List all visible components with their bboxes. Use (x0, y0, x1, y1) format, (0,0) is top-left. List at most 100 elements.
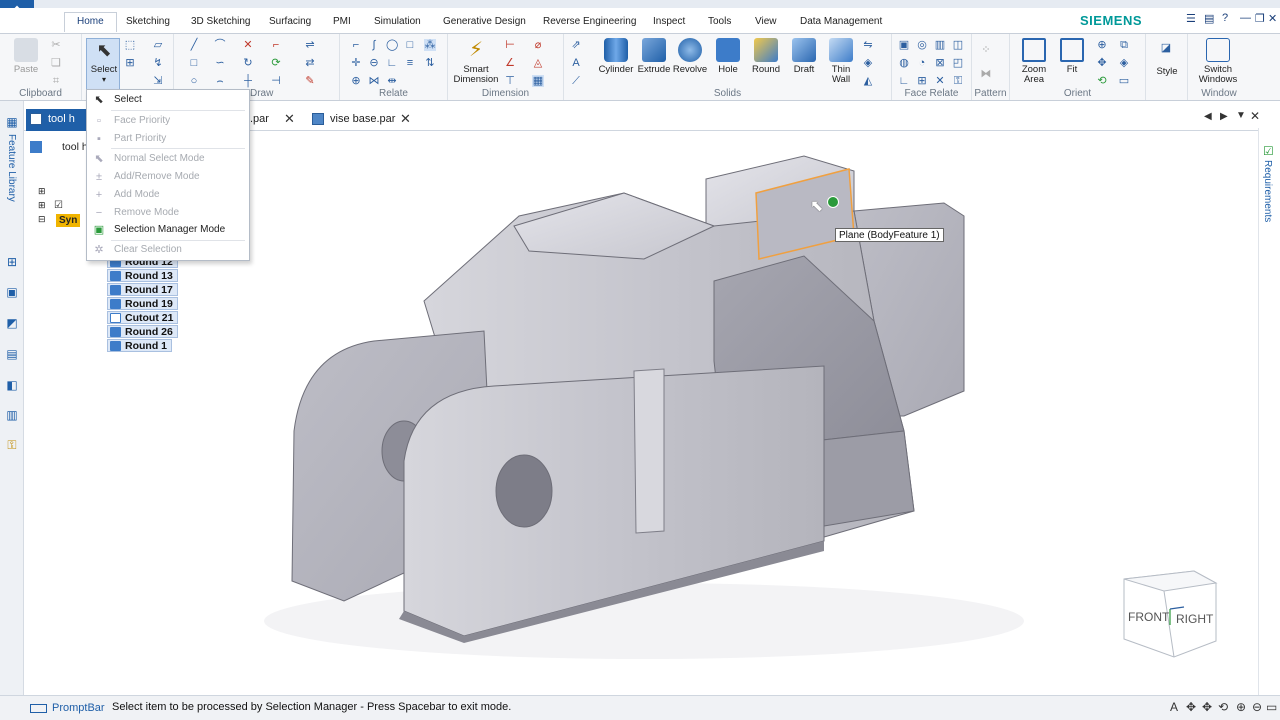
tab-reverse-engineering[interactable]: Reverse Engineering (543, 16, 636, 27)
feature-library-tab[interactable]: Feature Library (6, 134, 17, 202)
curve-icon[interactable]: ∽ (214, 57, 226, 69)
tab-generative-design[interactable]: Generative Design (443, 16, 526, 27)
split-icon[interactable]: ┼ (242, 75, 254, 87)
offset-face-icon[interactable]: ∟ (898, 75, 910, 87)
horizontal-face-icon[interactable]: ⊞ (916, 75, 928, 87)
menu-item-remove-mode[interactable]: − Remove Mode (87, 204, 249, 222)
minimize-icon[interactable]: — (1240, 12, 1251, 24)
boolean-icon[interactable]: ◈ (862, 57, 874, 69)
arc-icon[interactable]: ⌒ (214, 39, 226, 51)
close-icon[interactable]: ✕ (1268, 12, 1277, 25)
feature-options-icon[interactable]: ◭ (862, 75, 874, 87)
view-cube-front-label[interactable]: FRONT (1128, 610, 1170, 624)
angular-coordinate-icon[interactable]: ◬ (532, 57, 544, 69)
zoom-out-icon[interactable]: ⊖ (1252, 700, 1262, 714)
view-cube-right-label[interactable]: RIGHT (1176, 612, 1214, 626)
mirror-icon[interactable]: ⊣ (270, 75, 282, 87)
select-chain-icon[interactable]: ↯ (152, 57, 164, 69)
thin-wall-button[interactable]: Thin Wall (819, 38, 863, 85)
perpendicular-icon[interactable]: ∟ (386, 57, 398, 69)
maintain-relationships-icon[interactable]: ⇅ (424, 57, 436, 69)
pattern-icon[interactable]: ⁘ (980, 44, 992, 56)
add-body-icon[interactable]: ⇋ (862, 39, 874, 51)
menu-item-select[interactable]: ⬉ Select (87, 91, 249, 109)
checkbox-checked-icon[interactable]: ☑ (54, 200, 63, 211)
requirements-icon[interactable]: ☑ (1263, 144, 1277, 158)
offset-icon[interactable]: ↻ (242, 57, 254, 69)
connect-icon[interactable]: ⌐ (350, 39, 362, 51)
tree-root-label[interactable]: tool h (62, 141, 88, 153)
close-document-icon[interactable]: ✕ (1250, 109, 1260, 123)
feature-library-icon[interactable]: ▦ (4, 115, 20, 130)
fixed-face-icon[interactable]: ⚿ (952, 75, 964, 87)
scroll-tabs-right-icon[interactable]: ▶ (1220, 111, 1228, 122)
symmetric-face-icon[interactable]: ⊠ (934, 57, 946, 69)
synchronous-node[interactable]: Syn (56, 214, 81, 227)
horizontal-vertical-icon[interactable]: ✛ (350, 57, 362, 69)
fit-button[interactable]: Fit (1050, 38, 1094, 75)
tree-item-round-17[interactable]: Round 17 (107, 283, 178, 296)
coordinate-dimension-icon[interactable]: ⊤ (504, 75, 516, 87)
select-tools-icon[interactable]: ⬚ (124, 39, 136, 51)
color-manager-icon[interactable]: ◧ (4, 378, 20, 393)
line-icon[interactable]: ╱ (188, 39, 200, 51)
dimension-style-icon[interactable]: ▦ (532, 75, 544, 87)
zoom-icon[interactable]: ⊕ (1096, 39, 1108, 51)
key-icon[interactable]: ⚿ (4, 438, 20, 453)
select-face-icon[interactable]: ▱ (152, 39, 164, 51)
menu-item-normal-select-mode[interactable]: ⬉ Normal Select Mode (87, 150, 249, 168)
text-profile-icon[interactable]: A (570, 57, 582, 69)
distance-between-icon[interactable]: ⊢ (504, 39, 516, 51)
view-orientation-icon[interactable]: ⧉ (1118, 39, 1130, 51)
close-tab-icon[interactable]: ✕ (284, 109, 295, 129)
tangent-icon[interactable]: ∫ (368, 39, 380, 51)
layout-icon[interactable]: ▤ (1204, 12, 1214, 25)
ribbon-options-icon[interactable]: ☰ (1186, 12, 1196, 25)
collinear-icon[interactable]: ⇹ (386, 75, 398, 87)
appearance-icon[interactable]: ◩ (4, 316, 20, 331)
construction-icon[interactable]: ✎ (304, 75, 316, 87)
concentric-face-icon[interactable]: ◍ (898, 57, 910, 69)
smart-dimension-button[interactable]: ⚡ Smart Dimension (452, 38, 500, 85)
text-size-icon[interactable]: A (1170, 700, 1178, 714)
pan-icon[interactable]: ✥ (1096, 57, 1108, 69)
tangent-face-icon[interactable]: ◔ (916, 57, 928, 69)
coplanar-icon[interactable]: ▣ (898, 39, 910, 51)
expand-icon[interactable]: ✥ (1186, 700, 1196, 714)
tab-view[interactable]: View (755, 16, 777, 27)
collapse-icon[interactable]: ⊟ (38, 214, 46, 225)
doc-tab-vise-base[interactable]: vise base.par ✕ (308, 109, 420, 131)
project-icon[interactable]: ⇌ (304, 39, 316, 51)
tab-simulation[interactable]: Simulation (374, 16, 421, 27)
menu-item-selection-manager-mode[interactable]: ▣ Selection Manager Mode (87, 221, 249, 239)
rotate-icon[interactable]: ⟲ (1218, 700, 1228, 714)
tab-3d-sketching[interactable]: 3D Sketching (191, 16, 250, 27)
move-icon[interactable]: ⟳ (270, 57, 282, 69)
promptbar-icon[interactable] (30, 704, 47, 713)
mirror-pattern-icon[interactable]: ⧓ (980, 68, 992, 80)
tab-surfacing[interactable]: Surfacing (269, 16, 311, 27)
pathfinder-icon[interactable]: ⊞ (4, 255, 20, 270)
menu-item-add-remove-mode[interactable]: ± Add/Remove Mode (87, 168, 249, 186)
tab-inspect[interactable]: Inspect (653, 16, 685, 27)
tree-item-round-1[interactable]: Round 1 (107, 339, 172, 352)
fit-view-icon[interactable]: ▭ (1266, 700, 1277, 714)
cut-icon[interactable]: ✂ (50, 39, 62, 51)
paste-button[interactable]: Paste (4, 38, 48, 75)
coaxial-icon[interactable]: ◎ (916, 39, 928, 51)
symmetric-icon[interactable]: ⋈ (368, 75, 380, 87)
tab-sketching[interactable]: Sketching (126, 16, 170, 27)
menu-item-add-mode[interactable]: + Add Mode (87, 186, 249, 204)
tab-list-chevron-down-icon[interactable]: ▼ (1236, 110, 1246, 121)
style-icon[interactable]: ◪ (1160, 42, 1172, 54)
equal-icon[interactable]: ◯ (386, 39, 398, 51)
promptbar-label[interactable]: PromptBar (52, 702, 105, 714)
restore-icon[interactable]: ❐ (1255, 12, 1265, 25)
live-rules-icon[interactable]: ▤ (4, 347, 20, 362)
select-relations-icon[interactable]: ⇲ (152, 75, 164, 87)
perpendicular-face-icon[interactable]: ◫ (952, 39, 964, 51)
tab-tools[interactable]: Tools (708, 16, 731, 27)
expand-icon[interactable]: ⊞ (38, 186, 46, 197)
sketch-view-icon[interactable]: ◈ (1118, 57, 1130, 69)
concentric-icon[interactable]: ⊖ (368, 57, 380, 69)
